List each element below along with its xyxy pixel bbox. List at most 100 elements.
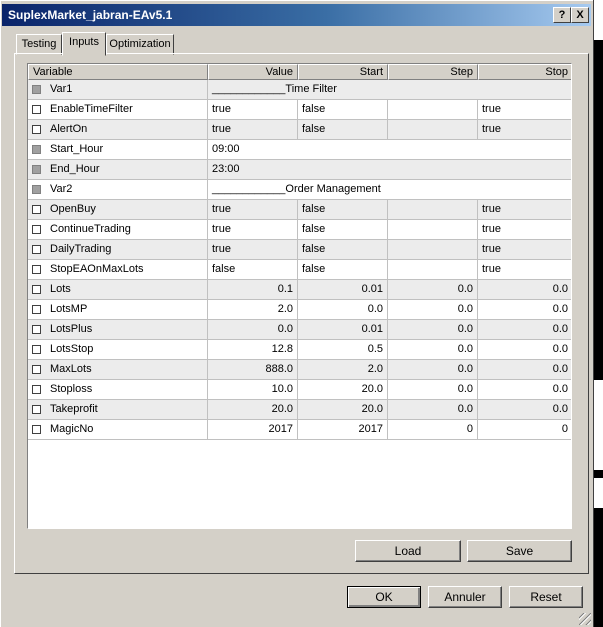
- optimize-checkbox[interactable]: [32, 385, 41, 394]
- cancel-button[interactable]: Annuler: [428, 586, 502, 608]
- stop-cell[interactable]: 0: [478, 420, 571, 440]
- close-button[interactable]: X: [571, 7, 589, 23]
- optimize-checkbox[interactable]: [32, 325, 41, 334]
- step-cell[interactable]: [388, 220, 478, 240]
- start-cell[interactable]: false: [298, 240, 388, 260]
- table-row[interactable]: EnableTimeFilter true false true: [28, 100, 571, 120]
- optimize-checkbox[interactable]: [32, 285, 41, 294]
- start-cell[interactable]: 0.01: [298, 280, 388, 300]
- start-cell[interactable]: 0.0: [298, 300, 388, 320]
- start-cell[interactable]: 20.0: [298, 400, 388, 420]
- save-button[interactable]: Save: [467, 540, 572, 562]
- stop-cell[interactable]: true: [478, 200, 571, 220]
- table-row[interactable]: End_Hour 23:00: [28, 160, 571, 180]
- optimize-checkbox[interactable]: [32, 425, 41, 434]
- optimize-checkbox[interactable]: [32, 405, 41, 414]
- start-cell[interactable]: false: [298, 100, 388, 120]
- column-header-start[interactable]: Start: [298, 64, 388, 80]
- table-row[interactable]: ContinueTrading true false true: [28, 220, 571, 240]
- value-cell[interactable]: true: [208, 200, 298, 220]
- value-cell[interactable]: true: [208, 220, 298, 240]
- column-header-stop[interactable]: Stop: [478, 64, 571, 80]
- table-row[interactable]: DailyTrading true false true: [28, 240, 571, 260]
- optimize-checkbox[interactable]: [32, 105, 41, 114]
- table-row[interactable]: AlertOn true false true: [28, 120, 571, 140]
- value-cell[interactable]: true: [208, 120, 298, 140]
- table-row[interactable]: LotsStop 12.8 0.5 0.0 0.0: [28, 340, 571, 360]
- column-header-value[interactable]: Value: [208, 64, 298, 80]
- step-cell[interactable]: [388, 120, 478, 140]
- ok-button[interactable]: OK: [347, 586, 421, 608]
- table-row[interactable]: LotsMP 2.0 0.0 0.0 0.0: [28, 300, 571, 320]
- step-cell[interactable]: [388, 100, 478, 120]
- step-cell[interactable]: 0.0: [388, 340, 478, 360]
- table-row[interactable]: Stoploss 10.0 20.0 0.0 0.0: [28, 380, 571, 400]
- optimize-checkbox[interactable]: [32, 205, 41, 214]
- step-cell[interactable]: [388, 200, 478, 220]
- step-cell[interactable]: 0: [388, 420, 478, 440]
- start-cell[interactable]: false: [298, 220, 388, 240]
- load-button[interactable]: Load: [355, 540, 461, 562]
- start-cell[interactable]: false: [298, 260, 388, 280]
- value-cell[interactable]: 888.0: [208, 360, 298, 380]
- start-cell[interactable]: 20.0: [298, 380, 388, 400]
- table-row[interactable]: OpenBuy true false true: [28, 200, 571, 220]
- step-cell[interactable]: 0.0: [388, 360, 478, 380]
- stop-cell[interactable]: true: [478, 240, 571, 260]
- help-button[interactable]: ?: [553, 7, 571, 23]
- title-bar[interactable]: SuplexMarket_jabran-EAv5.1 ? X: [2, 4, 591, 26]
- table-row[interactable]: MaxLots 888.0 2.0 0.0 0.0: [28, 360, 571, 380]
- value-cell[interactable]: true: [208, 100, 298, 120]
- stop-cell[interactable]: 0.0: [478, 340, 571, 360]
- table-row[interactable]: Var2 ____________Order Management: [28, 180, 571, 200]
- step-cell[interactable]: 0.0: [388, 400, 478, 420]
- resize-grip-icon[interactable]: [579, 613, 591, 625]
- tab-optimization[interactable]: Optimization: [106, 34, 174, 55]
- table-row[interactable]: Takeprofit 20.0 20.0 0.0 0.0: [28, 400, 571, 420]
- stop-cell[interactable]: true: [478, 120, 571, 140]
- step-cell[interactable]: [388, 260, 478, 280]
- step-cell[interactable]: [388, 240, 478, 260]
- column-header-step[interactable]: Step: [388, 64, 478, 80]
- start-cell[interactable]: 2.0: [298, 360, 388, 380]
- value-cell[interactable]: 12.8: [208, 340, 298, 360]
- optimize-checkbox[interactable]: [32, 245, 41, 254]
- tab-testing[interactable]: Testing: [16, 34, 62, 55]
- value-cell[interactable]: 0.0: [208, 320, 298, 340]
- step-cell[interactable]: 0.0: [388, 380, 478, 400]
- value-cell[interactable]: true: [208, 240, 298, 260]
- start-cell[interactable]: 0.01: [298, 320, 388, 340]
- value-cell[interactable]: 23:00: [208, 160, 571, 180]
- value-cell[interactable]: false: [208, 260, 298, 280]
- stop-cell[interactable]: true: [478, 260, 571, 280]
- table-row[interactable]: Var1 ____________Time Filter: [28, 80, 571, 100]
- optimize-checkbox[interactable]: [32, 305, 41, 314]
- stop-cell[interactable]: true: [478, 220, 571, 240]
- stop-cell[interactable]: true: [478, 100, 571, 120]
- table-row[interactable]: MagicNo 2017 2017 0 0: [28, 420, 571, 440]
- stop-cell[interactable]: 0.0: [478, 280, 571, 300]
- value-cell[interactable]: 2017: [208, 420, 298, 440]
- optimize-checkbox[interactable]: [32, 265, 41, 274]
- value-cell[interactable]: 0.1: [208, 280, 298, 300]
- stop-cell[interactable]: 0.0: [478, 400, 571, 420]
- start-cell[interactable]: 2017: [298, 420, 388, 440]
- start-cell[interactable]: false: [298, 120, 388, 140]
- table-row[interactable]: StopEAOnMaxLots false false true: [28, 260, 571, 280]
- step-cell[interactable]: 0.0: [388, 320, 478, 340]
- start-cell[interactable]: false: [298, 200, 388, 220]
- value-cell[interactable]: 20.0: [208, 400, 298, 420]
- reset-button[interactable]: Reset: [509, 586, 583, 608]
- step-cell[interactable]: 0.0: [388, 300, 478, 320]
- stop-cell[interactable]: 0.0: [478, 320, 571, 340]
- value-cell[interactable]: 10.0: [208, 380, 298, 400]
- inputs-table[interactable]: Variable Value Start Step Stop Var1 _____…: [27, 63, 572, 529]
- stop-cell[interactable]: 0.0: [478, 360, 571, 380]
- column-header-variable[interactable]: Variable: [28, 64, 208, 80]
- optimize-checkbox[interactable]: [32, 365, 41, 374]
- table-row[interactable]: Lots 0.1 0.01 0.0 0.0: [28, 280, 571, 300]
- optimize-checkbox[interactable]: [32, 225, 41, 234]
- optimize-checkbox[interactable]: [32, 345, 41, 354]
- stop-cell[interactable]: 0.0: [478, 380, 571, 400]
- optimize-checkbox[interactable]: [32, 125, 41, 134]
